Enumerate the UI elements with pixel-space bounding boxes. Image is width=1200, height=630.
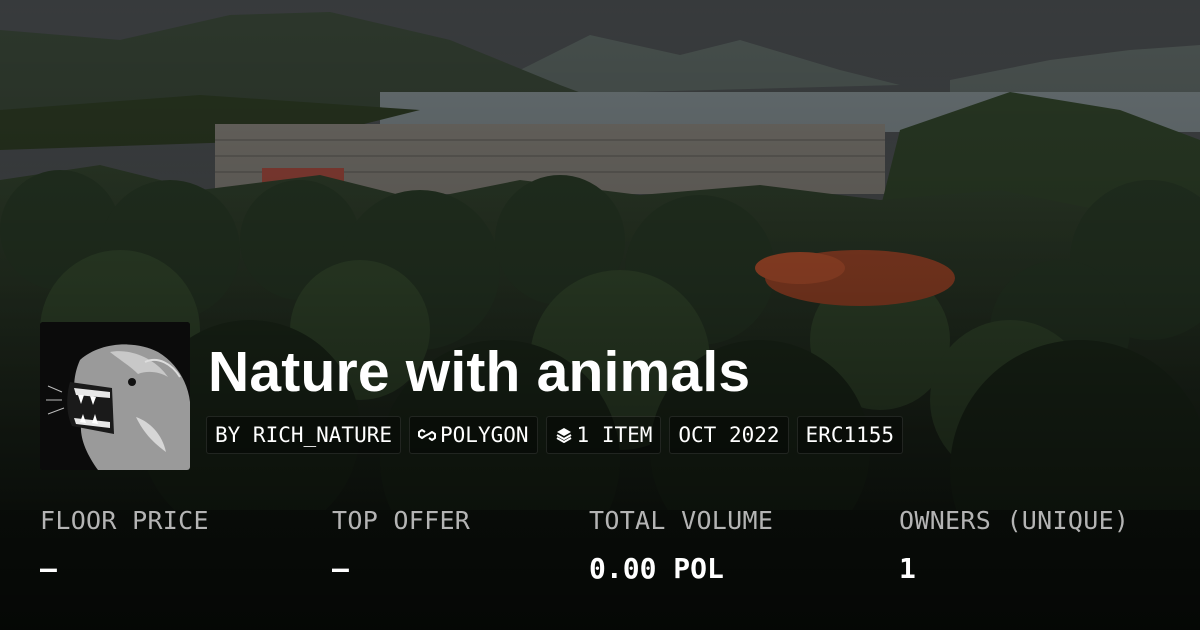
- roaring-lioness-image: [40, 322, 190, 470]
- created-date-pill: OCT 2022: [669, 416, 789, 454]
- collection-meta-row: BY RICH_NATURE POLYGON 1 ITEM OCT 2022 E…: [206, 416, 904, 454]
- stat-value: 1: [899, 552, 916, 585]
- chain-pill[interactable]: POLYGON: [409, 416, 538, 454]
- stat-total-volume: TOTAL VOLUME 0.00 POL: [589, 506, 773, 585]
- stat-floor-price: FLOOR PRICE –: [40, 506, 209, 585]
- item-count-pill[interactable]: 1 ITEM: [545, 416, 662, 454]
- stat-value: 0.00 POL: [589, 552, 724, 585]
- stat-value: –: [332, 552, 349, 585]
- collection-avatar: [40, 322, 190, 470]
- layers-icon: [555, 426, 573, 444]
- stat-top-offer: TOP OFFER –: [332, 506, 470, 585]
- creator-label: BY RICH_NATURE: [215, 423, 393, 447]
- item-count-label: 1 ITEM: [576, 423, 653, 447]
- polygon-chain-icon: [418, 426, 437, 444]
- created-date-label: OCT 2022: [678, 423, 780, 447]
- stat-value: –: [40, 552, 57, 585]
- stat-label: OWNERS (UNIQUE): [899, 506, 1130, 535]
- token-standard-pill: ERC1155: [796, 416, 904, 454]
- collection-title: Nature with animals: [208, 340, 751, 404]
- token-standard-label: ERC1155: [805, 423, 895, 447]
- stat-label: TOP OFFER: [332, 506, 471, 535]
- stat-owners: OWNERS (UNIQUE) 1: [899, 506, 1129, 585]
- creator-pill[interactable]: BY RICH_NATURE: [206, 416, 402, 454]
- chain-label: POLYGON: [440, 423, 529, 447]
- stat-label: FLOOR PRICE: [40, 506, 209, 535]
- stat-label: TOTAL VOLUME: [589, 506, 774, 535]
